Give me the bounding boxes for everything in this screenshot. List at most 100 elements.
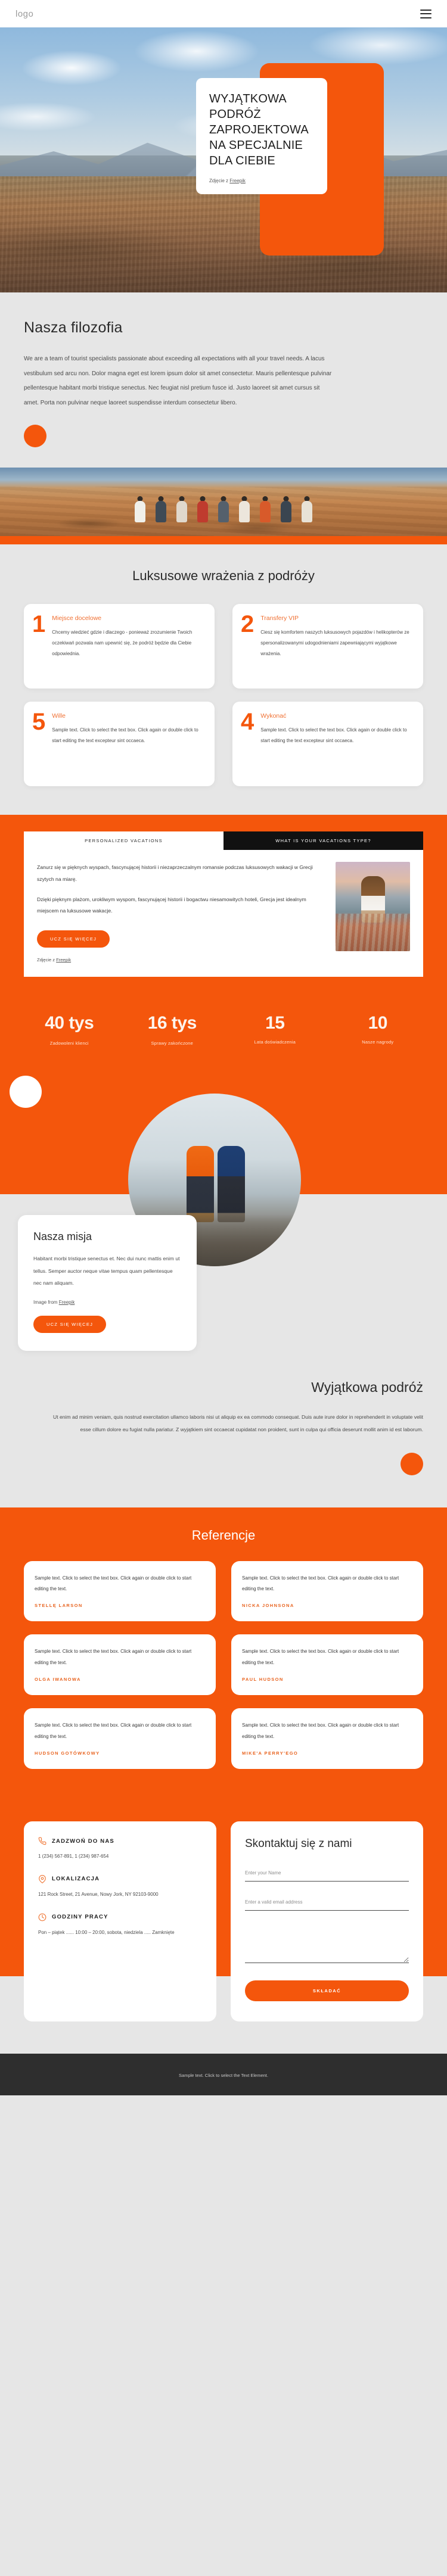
testimonial-text: Sample text. Click to select the text bo… — [35, 1722, 192, 1739]
footer-text: Sample text. Click to select the Text El… — [179, 2072, 268, 2078]
mission-credit-link[interactable]: Freepik — [59, 1300, 75, 1305]
stat-item: 10 Nasze nagrody — [327, 1013, 430, 1046]
philosophy-title: Nasza filozofia — [24, 319, 123, 336]
statistics-section: 40 tys Zadowoleni klienci 16 tys Sprawy … — [0, 997, 447, 1067]
orange-circle-decoration — [24, 425, 46, 447]
message-textarea[interactable] — [245, 1924, 409, 1963]
luxury-experiences-section: Luksusowe wrażenia z podróży 1 Miejsce d… — [0, 544, 447, 815]
clock-icon — [38, 1913, 46, 1921]
unique-journey-paragraph: Ut enim ad minim veniam, quis nostrud ex… — [53, 1414, 423, 1433]
desert-photo-band — [0, 468, 447, 536]
hero-credit-link[interactable]: Freepik — [229, 178, 246, 183]
hero-credit-prefix: Zdjęcie z — [209, 178, 230, 183]
testimonial-author: OLGA IWANOWA — [35, 1677, 81, 1683]
testimonials-section: Referencje Sample text. Click to select … — [0, 1507, 447, 1802]
learn-more-button[interactable]: UCZ SIĘ WIĘCEJ — [37, 930, 110, 948]
testimonial-author: PAUL HUDSON — [242, 1677, 284, 1683]
luxury-card-grid: 1 Miejsce docelowe Chcemy wiedzieć gdzie… — [24, 604, 423, 786]
testimonial-card[interactable]: Sample text. Click to select the text bo… — [231, 1560, 423, 1622]
philosophy-paragraph: We are a team of tourist specialists pas… — [24, 356, 332, 406]
hero-text-card: WYJĄTKOWA PODRÓŻ ZAPROJEKTOWANA SPECJALN… — [196, 78, 327, 194]
stat-value: 15 — [265, 1013, 285, 1033]
stat-item: 15 Lata doświadczenia — [224, 1013, 327, 1046]
testimonial-text: Sample text. Click to select the text bo… — [242, 1722, 399, 1739]
mission-paragraph: Habitant morbi tristique senectus et. Ne… — [33, 1256, 180, 1286]
luxury-card-heading: Transfery VIP — [260, 615, 299, 622]
luxury-card[interactable]: 1 Miejsce docelowe Chcemy wiedzieć gdzie… — [24, 604, 215, 689]
testimonial-author: MIKE'A PERRY'EGO — [242, 1750, 299, 1756]
message-field-wrapper — [245, 1924, 409, 1966]
vacation-tabs: PERSONALIZED VACATIONS WHAT IS YOUR VACA… — [24, 831, 423, 850]
luxury-card-number: 1 — [32, 611, 46, 637]
luxury-card-text: Chcemy wiedzieć gdzie i dlaczego - ponie… — [52, 630, 193, 656]
submit-button[interactable]: SKŁADAĆ — [245, 1980, 409, 2001]
luxury-card-text: Ciesz się komfortem naszych luksusowych … — [260, 630, 409, 656]
contact-form-title: Skontaktuj się z nami — [245, 1837, 352, 1851]
white-circle-decoration — [10, 1076, 42, 1108]
vacation-paragraph-1: Zanurz się w pięknych wyspach, fascynują… — [37, 864, 313, 882]
vacation-credit-link[interactable]: Freepik — [56, 957, 71, 963]
stat-value: 40 tys — [45, 1013, 94, 1033]
stat-value: 10 — [368, 1013, 388, 1033]
stat-item: 16 tys Sprawy zakończone — [121, 1013, 224, 1046]
personalized-vacations-section: PERSONALIZED VACATIONS WHAT IS YOUR VACA… — [0, 815, 447, 998]
luxury-card[interactable]: 5 Wille Sample text. Click to select the… — [24, 702, 215, 786]
testimonials-grid: Sample text. Click to select the text bo… — [24, 1560, 423, 1770]
site-header: logo — [0, 0, 447, 27]
contact-hours-value: Pon – piątek ...... 10:00 – 20:00, sobot… — [38, 1929, 175, 1935]
orange-circle-decoration — [401, 1452, 423, 1475]
luxury-card-heading: Wille — [52, 712, 66, 719]
contact-hours-row: GODZINY PRACY Pon – piątek ...... 10:00 … — [38, 1913, 202, 1938]
vacation-tab-panel: Zanurz się w pięknych wyspach, fascynują… — [24, 850, 423, 977]
contact-phone-title: ZADZWOŃ DO NAS — [52, 1837, 114, 1845]
hero-image-credit: Zdjęcie z Freepik — [209, 178, 314, 183]
site-footer: Sample text. Click to select the Text El… — [0, 2053, 447, 2095]
unique-journey-section: Wyjątkowa podróż Ut enim ad minim veniam… — [0, 1346, 447, 1507]
testimonial-card[interactable]: Sample text. Click to select the text bo… — [231, 1708, 423, 1770]
testimonials-title: Referencje — [191, 1527, 256, 1543]
mission-learn-more-button[interactable]: UCZ SIĘ WIĘCEJ — [33, 1316, 107, 1334]
tab-vacation-type[interactable]: WHAT IS YOUR VACATIONS TYPE? — [224, 831, 423, 850]
logo[interactable]: logo — [15, 9, 33, 19]
testimonial-card[interactable]: Sample text. Click to select the text bo… — [24, 1560, 216, 1622]
testimonial-author: NICKA JOHNSONA — [242, 1603, 294, 1609]
hero-section: WYJĄTKOWA PODRÓŻ ZAPROJEKTOWANA SPECJALN… — [0, 27, 447, 292]
map-pin-icon — [38, 1874, 46, 1883]
vacation-credit-prefix: Zdjęcie z — [37, 957, 57, 963]
testimonial-text: Sample text. Click to select the text bo… — [35, 1649, 192, 1665]
luxury-card-heading: Miejsce docelowe — [52, 615, 102, 622]
email-field-wrapper — [245, 1896, 409, 1911]
testimonial-card[interactable]: Sample text. Click to select the text bo… — [231, 1634, 423, 1696]
desert-people-group — [0, 488, 447, 522]
luxury-card-number: 4 — [241, 709, 254, 735]
hero-title: WYJĄTKOWA PODRÓŻ ZAPROJEKTOWANA SPECJALN… — [209, 92, 309, 167]
mission-credit-prefix: Image from — [33, 1300, 59, 1306]
luxury-card[interactable]: 2 Transfery VIP Ciesz się komfortem nasz… — [232, 604, 423, 689]
mission-card: Nasza misja Habitant morbi tristique sen… — [18, 1215, 197, 1351]
philosophy-section: Nasza filozofia We are a team of tourist… — [0, 292, 447, 468]
tab-personalized-vacations[interactable]: PERSONALIZED VACATIONS — [24, 831, 224, 850]
name-field-wrapper — [245, 1867, 409, 1882]
testimonial-text: Sample text. Click to select the text bo… — [242, 1649, 399, 1665]
contact-phone-row: ZADZWOŃ DO NAS 1 (234) 567-891, 1 (234) … — [38, 1837, 202, 1862]
contact-info-card: ZADZWOŃ DO NAS 1 (234) 567-891, 1 (234) … — [24, 1821, 216, 2021]
luxury-card[interactable]: 4 Wykonać Sample text. Click to select t… — [232, 702, 423, 786]
luxury-card-number: 5 — [32, 709, 46, 735]
hamburger-icon[interactable] — [420, 9, 432, 18]
contact-phone-value[interactable]: 1 (234) 567-891, 1 (234) 987-654 — [38, 1852, 202, 1862]
orange-divider-strip — [0, 536, 447, 544]
luxury-card-text: Sample text. Click to select the text bo… — [52, 727, 198, 743]
contact-section: ZADZWOŃ DO NAS 1 (234) 567-891, 1 (234) … — [0, 1801, 447, 2054]
contact-location-title: LOKALIZACJA — [52, 1876, 100, 1883]
testimonial-text: Sample text. Click to select the text bo… — [242, 1575, 399, 1592]
landing-page: logo WYJĄTKOWA PODRÓŻ ZAPROJEKTOWANA SPE… — [0, 0, 447, 2095]
email-input[interactable] — [245, 1899, 409, 1911]
testimonial-card[interactable]: Sample text. Click to select the text bo… — [24, 1708, 216, 1770]
vacation-photo — [336, 862, 410, 951]
vacation-paragraph-2: Dzięki pięknym plażom, urokliwym wyspom,… — [37, 896, 306, 914]
testimonial-author: STELLĘ LARSON — [35, 1603, 83, 1609]
vacation-image-credit: Zdjęcie z Freepik — [37, 957, 324, 963]
name-input[interactable] — [245, 1870, 409, 1882]
testimonial-card[interactable]: Sample text. Click to select the text bo… — [24, 1634, 216, 1696]
phone-icon — [38, 1837, 46, 1845]
